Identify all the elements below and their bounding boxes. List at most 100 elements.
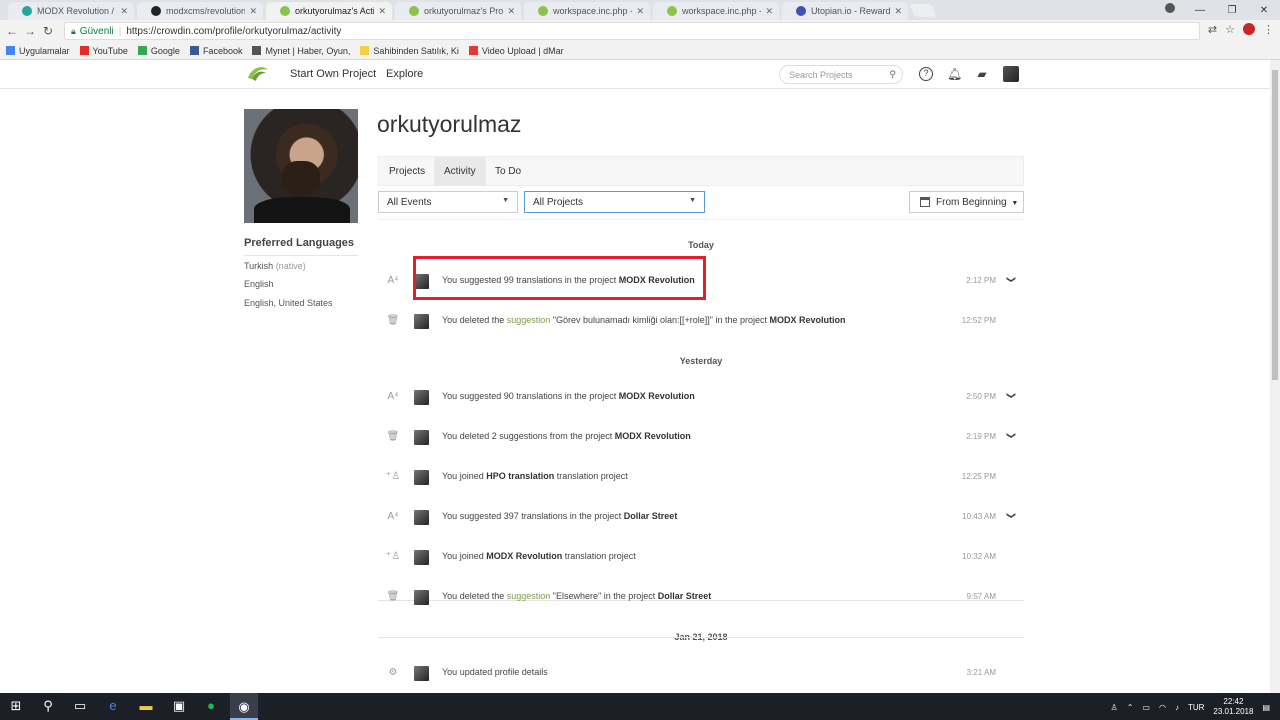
close-tab-icon[interactable]: ✕ xyxy=(636,6,644,17)
start-own-project-link[interactable]: Start Own Project xyxy=(290,68,376,80)
search-icon[interactable]: ⚲ xyxy=(41,699,55,713)
volume-icon[interactable]: ♪ xyxy=(1175,703,1179,712)
browser-tab[interactable]: orkutyorulmaz's Profile✕ xyxy=(395,2,521,20)
avatar[interactable] xyxy=(414,510,429,525)
extension-icon[interactable] xyxy=(1243,23,1255,35)
avatar[interactable] xyxy=(414,470,429,485)
reload-button[interactable]: ↻ xyxy=(39,24,57,38)
menu-icon[interactable]: ⋮ xyxy=(1263,23,1274,36)
avatar[interactable] xyxy=(414,390,429,405)
edge-icon[interactable]: e xyxy=(106,699,120,713)
new-tab-button[interactable] xyxy=(909,4,937,17)
avatar[interactable] xyxy=(414,314,429,329)
back-button[interactable]: ← xyxy=(3,24,21,38)
browser-tab[interactable]: modxcms/revolution: M✕ xyxy=(137,2,263,20)
expand-chevron-icon[interactable]: ❯ xyxy=(1006,392,1017,400)
project-link[interactable]: MODX Revolution xyxy=(619,391,695,401)
windows-start-icon[interactable]: ⊞ xyxy=(9,699,23,713)
avatar[interactable] xyxy=(414,430,429,445)
tray-up-icon[interactable]: ⌃ xyxy=(1127,703,1134,712)
close-tab-icon[interactable]: ✕ xyxy=(894,6,902,17)
project-link[interactable]: MODX Revolution xyxy=(770,315,846,325)
forward-button[interactable]: → xyxy=(21,24,39,38)
expand-chevron-icon[interactable]: ❯ xyxy=(1006,512,1017,520)
store-icon[interactable]: ▣ xyxy=(172,699,186,713)
explore-link[interactable]: Explore xyxy=(386,68,423,80)
close-tab-icon[interactable]: ✕ xyxy=(765,6,773,17)
chevron-down-icon: ▼ xyxy=(689,197,696,204)
close-tab-icon[interactable]: ✕ xyxy=(378,6,386,17)
people-icon[interactable]: ♙ xyxy=(1111,703,1118,712)
spotify-icon[interactable]: ● xyxy=(204,699,218,713)
activity-message: You deleted 2 suggestions from the proje… xyxy=(442,431,691,441)
task-view-icon[interactable]: ▭ xyxy=(73,699,87,713)
bookmark-item[interactable]: Video Upload | dMar xyxy=(468,46,564,56)
user-avatar[interactable] xyxy=(1003,66,1019,82)
tab-favicon-icon xyxy=(151,6,161,16)
search-projects-input[interactable]: Search Projects ⚲ xyxy=(779,65,903,84)
translate-page-icon[interactable]: ⇄ xyxy=(1208,23,1217,36)
messages-icon[interactable]: ▰ xyxy=(975,67,989,81)
bell-icon[interactable]: 🔔︎ xyxy=(947,67,962,81)
bookmark-item[interactable]: Google xyxy=(137,45,180,56)
input-language[interactable]: TUR xyxy=(1188,703,1204,712)
browser-profile-icon[interactable] xyxy=(1165,3,1175,13)
browser-tab[interactable]: workspace.inc.php - MO ✕ xyxy=(524,2,650,20)
close-tab-icon[interactable]: ✕ xyxy=(507,6,515,17)
chrome-icon[interactable]: ◉ xyxy=(230,693,258,720)
events-filter-select[interactable]: All Events ▼ xyxy=(378,191,518,213)
clock[interactable]: 22:42 23.01.2018 xyxy=(1213,697,1253,717)
bookmark-star-icon[interactable]: ☆ xyxy=(1225,23,1235,36)
bookmark-item[interactable]: YouTube xyxy=(79,46,128,56)
avatar[interactable] xyxy=(414,590,429,605)
activity-message: You suggested 90 translations in the pro… xyxy=(442,391,695,401)
wifi-icon[interactable]: ◠ xyxy=(1159,703,1166,712)
close-window-button[interactable]: ✕ xyxy=(1248,5,1280,16)
browser-tab[interactable]: Utopian.io - Rewarding (✕ xyxy=(782,2,908,20)
suggestion-link[interactable]: suggestion xyxy=(507,315,551,325)
suggestion-link[interactable]: suggestion xyxy=(507,591,551,601)
tab-activity[interactable]: Activity xyxy=(434,157,486,186)
activity-text: You updated profile details xyxy=(442,667,548,677)
browser-tab[interactable]: workspace.inc.php - MO ✕ xyxy=(653,2,779,20)
bookmark-item[interactable]: Sahibinden Satılık, Ki xyxy=(360,46,459,56)
project-link[interactable]: Dollar Street xyxy=(624,511,678,521)
crowdin-logo-icon[interactable] xyxy=(246,64,270,84)
projects-filter-select[interactable]: All Projects ▼ xyxy=(524,191,705,213)
address-bar[interactable]: 🔒︎ Güvenli | https://crowdin.com/profile… xyxy=(64,22,1200,40)
system-tray: ♙ ⌃ ▭ ◠ ♪ TUR 22:42 23.01.2018 ▤ xyxy=(1111,697,1270,717)
activity-text: translation project xyxy=(554,471,628,481)
scrollbar-thumb[interactable] xyxy=(1272,70,1278,380)
project-link[interactable]: Dollar Street xyxy=(658,591,712,601)
avatar[interactable] xyxy=(414,550,429,565)
activity-time: 2:50 PM xyxy=(966,392,996,401)
notifications-icon[interactable]: ▤ xyxy=(1262,703,1270,712)
browser-tab[interactable]: MODX Revolution / Engl ✕ xyxy=(8,2,134,20)
browser-tab[interactable]: orkutyorulmaz's Activity✕ xyxy=(266,2,392,20)
maximize-button[interactable]: ❐ xyxy=(1216,5,1248,16)
network-icon[interactable]: ▭ xyxy=(1142,703,1150,712)
bookmark-label: Google xyxy=(150,45,180,56)
project-link[interactable]: HPO translation xyxy=(486,471,554,481)
bookmark-item[interactable]: Mynet | Haber, Oyun, xyxy=(252,46,350,56)
trash-icon: 🗑︎ xyxy=(386,315,400,326)
avatar[interactable] xyxy=(414,666,429,681)
help-icon[interactable]: ? xyxy=(919,67,933,81)
expand-chevron-icon[interactable]: ❯ xyxy=(1006,276,1017,284)
bookmark-item[interactable]: Facebook xyxy=(189,46,242,56)
activity-text: "Görev bulunamadı kimliği olan:[[+role]]… xyxy=(550,315,770,325)
date-range-button[interactable]: From Beginning ▼ xyxy=(909,191,1024,213)
project-link[interactable]: MODX Revolution xyxy=(615,431,691,441)
page-scrollbar[interactable] xyxy=(1270,60,1280,693)
trash-icon: 🗑︎ xyxy=(386,431,400,442)
activity-row: A⁴ You suggested 90 translations in the p… xyxy=(378,378,1024,418)
file-explorer-icon[interactable]: ▬ xyxy=(139,699,153,713)
project-link[interactable]: MODX Revolution xyxy=(486,551,562,561)
close-tab-icon[interactable]: ✕ xyxy=(249,6,257,17)
minimize-button[interactable]: — xyxy=(1184,5,1216,16)
expand-chevron-icon[interactable]: ❯ xyxy=(1006,432,1017,440)
tab-to-do[interactable]: To Do xyxy=(485,157,531,186)
tab-projects[interactable]: Projects xyxy=(379,157,435,186)
close-tab-icon[interactable]: ✕ xyxy=(120,6,128,17)
bookmark-item[interactable]: Uygulamalar xyxy=(6,46,70,56)
